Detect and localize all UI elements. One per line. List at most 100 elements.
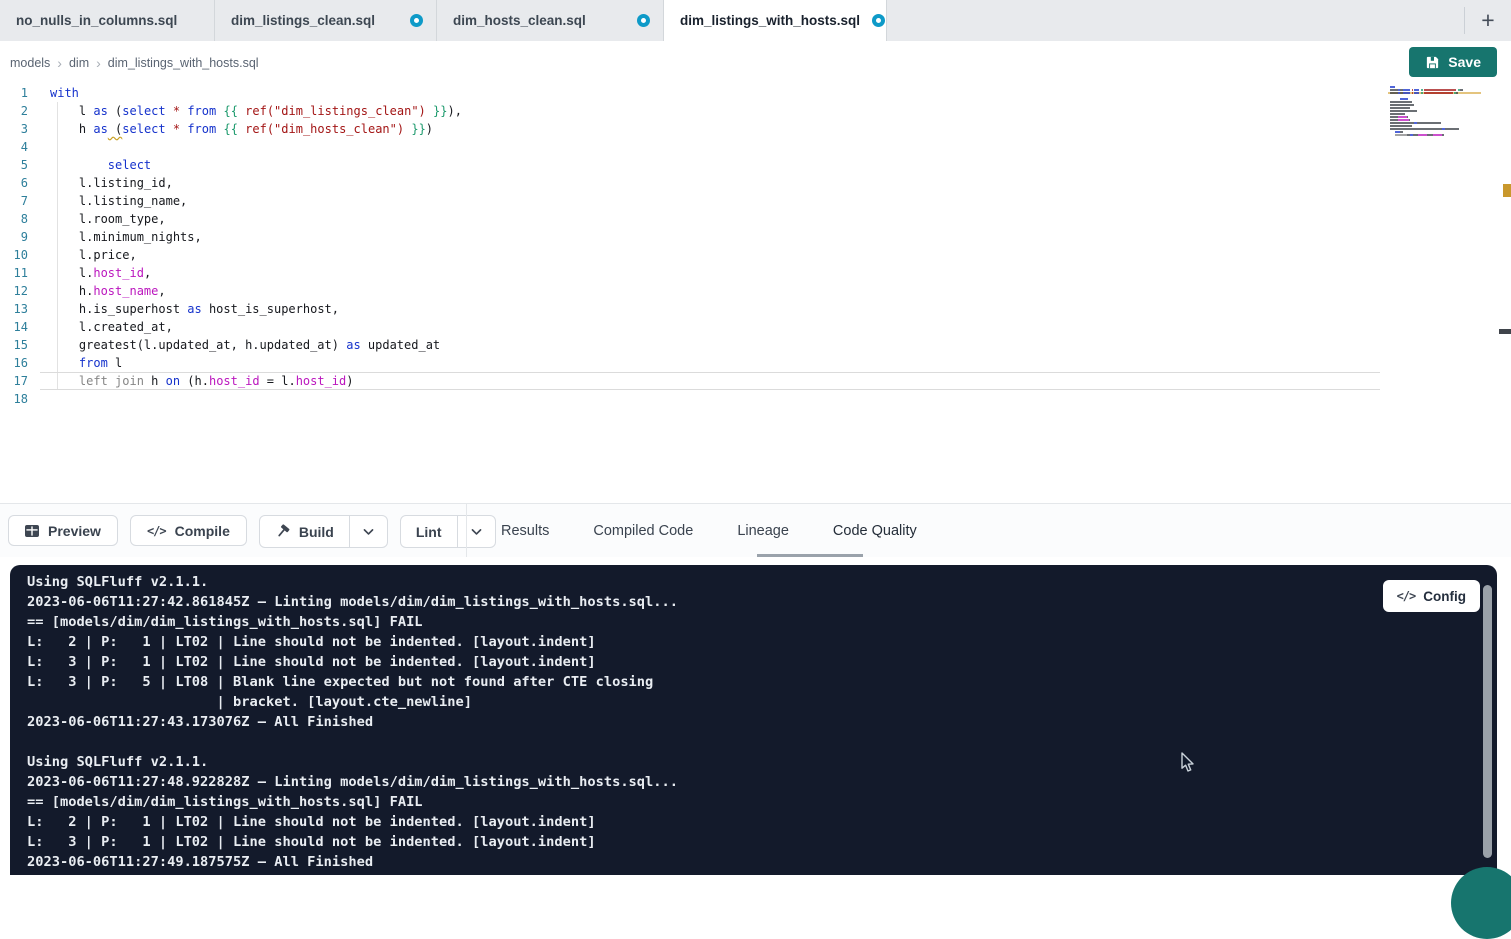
minimap-token [1390,107,1410,109]
modified-dot-icon [410,14,423,27]
line-number: 12 [0,282,40,300]
minimap-token [1390,101,1412,103]
code-token: {{ [223,122,237,136]
tab-results[interactable]: Results [495,522,555,540]
code-line[interactable]: greatest(l.updated_at, h.updated_at) as … [40,336,1380,354]
hammer-icon [275,524,290,539]
code-token: host_is_superhost, [202,302,339,316]
build-label: Build [299,524,334,540]
minimap-token [1403,92,1411,94]
code-token: h.is_superhost [50,302,187,316]
build-button[interactable]: Build [260,516,349,547]
code-line[interactable]: from l [40,354,1380,372]
terminal-scrollbar[interactable] [1483,585,1492,858]
code-token: }} [433,104,447,118]
line-number: 2 [0,102,40,120]
breadcrumb: models›dim›dim_listings_with_hosts.sql [10,41,259,84]
tab-dim_listings_with_hosts.sql[interactable]: dim_listings_with_hosts.sql [664,0,887,41]
code-brackets-icon: </> [1397,589,1416,603]
help-floating-button[interactable] [1451,867,1511,939]
code-token: * [173,122,180,136]
code-line[interactable]: h.host_name, [40,282,1380,300]
minimap-token [1390,104,1414,106]
minimap-token [1390,110,1417,112]
minimap-token [1400,98,1408,100]
minimap-line [1388,86,1481,88]
preview-button[interactable]: Preview [8,515,118,546]
minimap-token [1390,128,1442,130]
active-tab-underline [757,554,863,557]
code-token: = l. [260,374,296,388]
code-line[interactable]: l as (select * from {{ ref("dim_listings… [40,102,1380,120]
terminal-panel: Using SQLFluff v2.1.1. 2023-06-06T11:27:… [10,565,1497,875]
minimap-token [1442,134,1443,136]
minimap-token [1390,86,1395,88]
minimap-token [1417,122,1441,124]
minimap-token [1390,98,1400,100]
code-line[interactable]: with [40,84,1380,102]
breadcrumb-segment: dim_listings_with_hosts.sql [108,56,259,70]
code-line[interactable]: l.room_type, [40,210,1380,228]
code-token: {{ [223,104,237,118]
code-line[interactable]: l.host_id, [40,264,1380,282]
editor-tab-bar: no_nulls_in_columns.sqldim_listings_clea… [0,0,1511,41]
code-token: as [93,104,107,118]
minimap-line [1388,107,1481,109]
code-line[interactable]: left join h on (h.host_id = l.host_id) [40,372,1380,390]
minimap-line [1388,116,1481,118]
minimap-line [1388,95,1481,97]
minimap-token [1433,134,1442,136]
line-number: 9 [0,228,40,246]
lint-button[interactable]: Lint [401,516,457,547]
config-button[interactable]: </> Config [1383,580,1480,612]
tab-compiled-code[interactable]: Compiled Code [587,522,699,540]
minimap-line [1388,131,1481,133]
save-button[interactable]: Save [1409,47,1497,77]
lint-dropdown-button[interactable] [457,516,495,547]
new-tab-button[interactable]: + [1474,5,1502,37]
code-token: l.minimum_nights, [50,230,202,244]
minimap-token [1398,119,1410,121]
build-dropdown-button[interactable] [349,516,387,547]
code-line[interactable]: h.is_superhost as host_is_superhost, [40,300,1380,318]
line-number: 11 [0,264,40,282]
code-line[interactable]: h as (select * from {{ ref("dim_hosts_cl… [40,120,1380,138]
minimap-token [1395,134,1407,136]
table-icon [25,525,39,537]
minimap[interactable] [1388,86,1481,140]
code-line[interactable] [40,138,1380,156]
code-token: select [122,122,165,136]
build-button-group: Build [259,515,388,548]
code-line[interactable] [40,390,1380,408]
code-editor[interactable]: 123456789101112131415161718 with l as (s… [0,84,1511,503]
overview-ruler-warning-marker [1503,184,1511,197]
code-line[interactable]: l.minimum_nights, [40,228,1380,246]
action-buttons: Preview </> Compile Build [8,515,496,548]
code-line[interactable]: l.created_at, [40,318,1380,336]
dbt-cloud-ide: { "tab_bar": { "tabs": [ {"label": "no_n… [0,0,1511,875]
code-token: from [187,104,216,118]
compile-button[interactable]: </> Compile [130,515,247,546]
code-token: as [93,122,107,136]
tab-dim_hosts_clean.sql[interactable]: dim_hosts_clean.sql [437,0,664,41]
code-line[interactable]: l.listing_name, [40,192,1380,210]
lint-button-group: Lint [400,515,496,548]
minimap-token [1424,92,1452,94]
code-token: l. [50,266,93,280]
tab-lineage[interactable]: Lineage [731,522,795,540]
tab-dim_listings_clean.sql[interactable]: dim_listings_clean.sql [215,0,437,41]
modified-dot-icon [637,14,650,27]
code-token: , [158,284,165,298]
code-line[interactable]: select [40,156,1380,174]
code-lines[interactable]: with l as (select * from {{ ref("dim_lis… [40,84,1380,408]
code-token: ) [426,122,433,136]
tab-code-quality[interactable]: Code Quality [827,522,923,540]
code-token: select [122,104,165,118]
save-label: Save [1448,54,1481,70]
code-token: on [166,374,180,388]
tab-no_nulls_in_columns.sql[interactable]: no_nulls_in_columns.sql [0,0,215,41]
code-line[interactable]: l.listing_id, [40,174,1380,192]
code-line[interactable]: l.price, [40,246,1380,264]
minimap-token [1403,89,1411,91]
code-token: ), [447,104,461,118]
